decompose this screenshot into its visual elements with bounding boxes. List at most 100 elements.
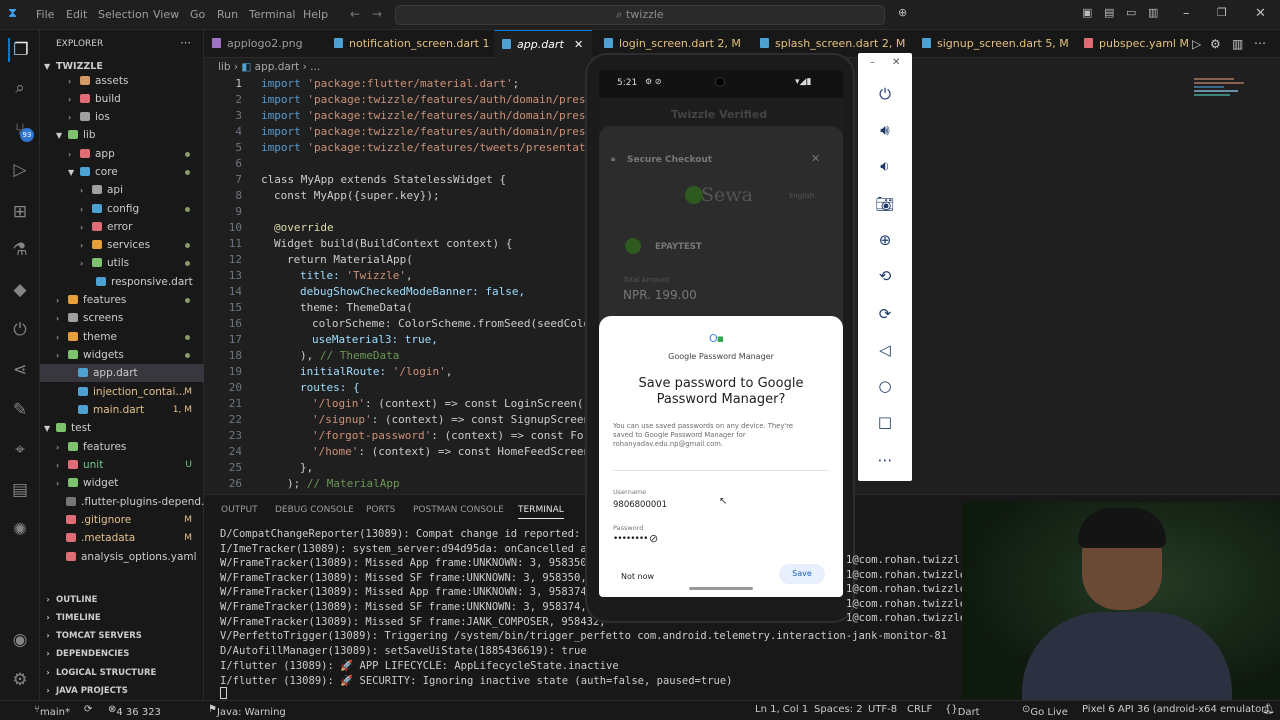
menu-help[interactable]: Help — [303, 8, 328, 21]
tab-app-dart[interactable]: app.dart ✕ — [494, 30, 592, 58]
tree-folder[interactable]: › error — [40, 218, 204, 236]
tree-folder[interactable]: › assets — [40, 72, 204, 90]
encoding[interactable]: UTF-8 — [868, 704, 897, 715]
extensions-icon[interactable]: ⊞ — [8, 200, 32, 224]
copilot-icon[interactable]: ⊕ — [898, 6, 907, 19]
editor-more-icon[interactable]: ⋯ — [1254, 36, 1266, 50]
docker-icon[interactable]: ◆ — [8, 278, 32, 302]
volume-up-icon[interactable]: 🔊︎ — [872, 117, 898, 143]
tree-file[interactable]: .gitignore M — [40, 511, 204, 529]
tree-file[interactable]: injection_contai... M — [40, 383, 204, 401]
database-icon[interactable]: ▤ — [8, 478, 32, 502]
indentation[interactable]: Spaces: 2 — [814, 704, 863, 715]
tree-folder[interactable]: › config — [40, 200, 204, 218]
tree-folder[interactable]: › unit U — [40, 456, 204, 474]
visibility-off-icon[interactable]: ⊘ — [649, 532, 658, 545]
menu-go[interactable]: Go — [190, 8, 205, 21]
home-gesture-bar[interactable] — [689, 587, 753, 590]
tree-file[interactable]: .metadata M — [40, 529, 204, 547]
tree-file[interactable]: main.dart 1, M — [40, 401, 204, 419]
tab-notification-screen[interactable]: notification_screen.dart 1 — [326, 30, 494, 58]
save-button[interactable]: Save — [779, 564, 825, 584]
git-graph-icon[interactable]: ⋖ — [8, 358, 32, 382]
branch-indicator[interactable]: ⑂ main* — [34, 704, 70, 718]
tree-file[interactable]: responsive.dart — [40, 273, 204, 291]
inspect-icon[interactable]: ⌖ — [8, 438, 32, 462]
menu-run[interactable]: Run — [217, 8, 238, 21]
tree-folder[interactable]: › ios — [40, 108, 204, 126]
overview-icon[interactable]: □ — [872, 409, 898, 435]
panel-tab-output[interactable]: OUTPUT — [221, 505, 258, 515]
tree-folder[interactable]: › screens — [40, 309, 204, 327]
minimize-icon[interactable]: – — [1183, 6, 1190, 21]
tree-folder[interactable]: › theme — [40, 328, 204, 346]
forward-arrow-icon[interactable]: → — [372, 7, 382, 21]
testing-icon[interactable]: ⚗ — [8, 238, 32, 262]
section-logical-structure[interactable]: › LOGICAL STRUCTURE — [40, 664, 204, 682]
section-timeline[interactable]: › TIMELINE — [40, 609, 204, 627]
phone-screen[interactable]: 5:21 ⚙ ⊘ ▾◢▮ Twizzle Verified 🔒︎ Secure … — [599, 70, 843, 597]
not-now-button[interactable]: Not now — [621, 572, 654, 581]
section-dependencies[interactable]: › DEPENDENCIES — [40, 645, 204, 663]
account-icon[interactable]: ◉ — [8, 628, 32, 652]
power-icon[interactable]: ⏻ — [872, 81, 898, 107]
explorer-icon[interactable]: ❐ — [8, 38, 32, 62]
camera-screenshot-icon[interactable]: 📷︎ — [872, 191, 898, 217]
toggle-panel-icon[interactable]: ▭ — [1126, 6, 1136, 19]
run-debug-icon[interactable]: ▷ — [8, 158, 32, 182]
notifications-bell-icon[interactable]: 🔔︎ — [1262, 704, 1275, 715]
tree-folder[interactable]: ▼ lib — [40, 126, 204, 144]
tree-folder[interactable]: › app — [40, 145, 204, 163]
tree-folder[interactable]: ▼ test — [40, 419, 204, 437]
chatgpt-icon[interactable]: ✺ — [8, 518, 32, 542]
tree-folder[interactable]: › features — [40, 438, 204, 456]
tree-file[interactable]: .flutter-plugins-depend... — [40, 493, 211, 511]
section-tomcat[interactable]: › TOMCAT SERVERS — [40, 627, 204, 645]
problems-indicator[interactable]: ⊗ 4 36 323 — [108, 704, 161, 718]
minimap[interactable] — [1194, 76, 1254, 116]
sync-icon[interactable]: ⟳ — [84, 704, 92, 715]
password-value[interactable]: •••••••• — [613, 534, 648, 544]
zoom-icon[interactable]: ⊕ — [872, 227, 898, 253]
username-value[interactable]: 9806800001 — [613, 500, 667, 510]
pen-icon[interactable]: ✎ — [8, 398, 32, 422]
tree-folder[interactable]: › services — [40, 236, 204, 254]
line-ending[interactable]: CRLF — [907, 704, 932, 715]
go-live-button[interactable]: ⊙ Go Live — [1022, 704, 1068, 718]
tab-signup-screen[interactable]: signup_screen.dart 5, M — [914, 30, 1074, 58]
tab-close-icon[interactable]: ✕ — [574, 31, 583, 59]
panel-tab-ports[interactable]: PORTS — [366, 505, 395, 515]
tree-folder[interactable]: › widget — [40, 474, 204, 492]
tree-file[interactable]: analysis_options.yaml — [40, 548, 204, 566]
tree-folder[interactable]: ▼ core — [40, 163, 204, 181]
volume-down-icon[interactable]: 🔉︎ — [872, 153, 898, 179]
tab-pubspec[interactable]: pubspec.yaml M — [1076, 30, 1189, 58]
section-outline[interactable]: › OUTLINE — [40, 591, 204, 609]
tree-folder[interactable]: › api — [40, 181, 204, 199]
layout-icon[interactable]: ▣ — [1082, 6, 1092, 19]
back-arrow-icon[interactable]: ← — [350, 7, 360, 21]
close-icon[interactable]: ✕ — [1255, 6, 1266, 21]
tree-folder[interactable]: › widgets — [40, 346, 204, 364]
rotate-right-icon[interactable]: ⟳ — [872, 301, 898, 327]
tree-folder[interactable]: › features — [40, 291, 204, 309]
rotate-left-icon[interactable]: ⟲ — [872, 263, 898, 289]
command-center-search[interactable]: ⌕ twizzle — [395, 5, 885, 25]
cursor-position[interactable]: Ln 1, Col 1 — [755, 704, 808, 715]
back-icon[interactable]: ◁ — [872, 337, 898, 363]
java-status[interactable]: ⚑ Java: Warning — [208, 704, 286, 718]
panel-tab-debug-console[interactable]: DEBUG CONSOLE — [275, 505, 354, 515]
menu-edit[interactable]: Edit — [66, 8, 87, 21]
menu-file[interactable]: File — [36, 8, 54, 21]
split-editor-icon[interactable]: ▥ — [1232, 37, 1243, 51]
language-mode[interactable]: {} Dart — [945, 704, 980, 718]
tree-file[interactable]: app.dart — [40, 364, 204, 382]
section-java-projects[interactable]: › JAVA PROJECTS — [40, 682, 204, 700]
settings-gear-icon[interactable]: ⚙ — [8, 668, 32, 692]
menu-selection[interactable]: Selection — [98, 8, 149, 21]
emulator-minimize-icon[interactable]: – — [870, 57, 875, 68]
device-selector[interactable]: Pixel 6 API 36 (android-x64 emulator) — [1082, 704, 1269, 715]
toggle-sidebar-icon[interactable]: ▤ — [1104, 6, 1114, 19]
menu-terminal[interactable]: Terminal — [249, 8, 296, 21]
panel-tab-postman[interactable]: POSTMAN CONSOLE — [413, 505, 504, 515]
